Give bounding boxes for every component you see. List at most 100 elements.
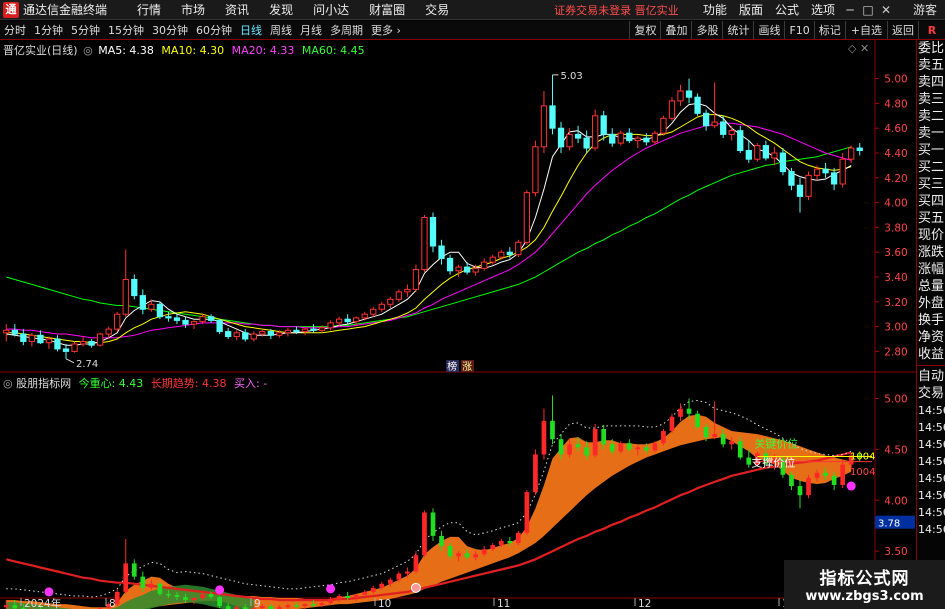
auto-trade-label[interactable]: 交易 (917, 385, 945, 402)
btn-multi-stock[interactable]: 多股 (691, 21, 722, 39)
candle-up (592, 115, 599, 149)
menu-market[interactable]: 市场 (171, 1, 215, 18)
period-daily[interactable]: 日线 (236, 22, 266, 38)
gear-icon[interactable]: ◎ (3, 377, 13, 390)
sub-candle (601, 429, 607, 445)
center-label: 今重心: 4.43 (78, 377, 144, 390)
chart-settings[interactable]: ◇ ✕ (848, 42, 869, 55)
period-5min[interactable]: 5分钟 (67, 22, 104, 38)
buy-label: 买入: - (234, 377, 268, 390)
watermark: 指标公式网 www.zbgs3.com (784, 560, 945, 609)
menu-formula[interactable]: 公式 (769, 1, 805, 18)
main-tick-label: 4.20 (884, 173, 907, 185)
candle-down (737, 130, 744, 152)
candle-down (463, 266, 471, 273)
candle-up (122, 278, 129, 315)
maximize-icon[interactable]: □ (859, 1, 877, 19)
minimize-icon[interactable]: ─ (841, 1, 859, 19)
buy-marker (44, 587, 54, 597)
ma10-label: MA10: 4.30 (161, 44, 225, 57)
close-icon[interactable]: ✕ (877, 1, 895, 19)
menu-news[interactable]: 资讯 (215, 1, 259, 18)
period-monthly[interactable]: 月线 (296, 22, 326, 38)
candle-up (711, 121, 718, 127)
candle-up (728, 130, 735, 135)
date-label: 8 (109, 598, 116, 609)
sub-candle (345, 595, 351, 599)
menu-trade[interactable]: 交易 (415, 1, 459, 18)
period-15min[interactable]: 15分钟 (104, 22, 148, 38)
sub-candle (464, 553, 470, 558)
candle-down (310, 328, 317, 331)
menu-quotes[interactable]: 行情 (127, 1, 171, 18)
guest-user[interactable]: 游客 (913, 1, 937, 18)
candle-down (830, 172, 838, 185)
sub-candle (567, 444, 572, 455)
menu-wealth[interactable]: 财富圈 (359, 1, 415, 18)
trade-login-notice[interactable]: 证券交易未登录 晋亿实业 (554, 2, 679, 18)
candle-down (583, 137, 590, 149)
btn-overlay[interactable]: 叠加 (660, 21, 691, 39)
menu-options[interactable]: 选项 (805, 1, 841, 18)
candle-down (88, 340, 95, 346)
period-weekly[interactable]: 周线 (266, 22, 296, 38)
period-more[interactable]: 更多 › (367, 22, 405, 38)
candle-down (62, 348, 70, 352)
btn-draw[interactable]: 画线 (753, 21, 784, 39)
period-30min[interactable]: 30分钟 (148, 22, 192, 38)
sub-tick-label: 4.00 (884, 495, 907, 507)
btn-adjust[interactable]: 复权 (629, 21, 660, 39)
candle-down (207, 316, 215, 321)
sub-candle (797, 486, 803, 496)
auto-trade-label[interactable]: 自动 (917, 368, 945, 385)
period-multi[interactable]: 多周期 (326, 22, 367, 38)
btn-add-watchlist[interactable]: +自选 (844, 21, 887, 39)
period-1min[interactable]: 1分钟 (30, 22, 67, 38)
candle-up (839, 158, 846, 185)
menu-discover[interactable]: 发现 (259, 1, 303, 18)
signal-marker (410, 582, 421, 593)
btn-mark[interactable]: 标记 (813, 21, 845, 39)
btn-f10[interactable]: F10 (784, 21, 813, 39)
candle-down (702, 112, 710, 127)
indicator-title: 股朋指标网 (16, 377, 72, 390)
support-price-label: 支撑价位 (751, 456, 795, 470)
candle-down (293, 329, 300, 333)
candle-down (216, 319, 223, 333)
kline-chart[interactable]: 5.00 4.80 4.60 4.40 4.20 4.00 3.80 3.60 3.40 3.20… (0, 40, 916, 609)
candle-up (754, 145, 761, 160)
period-timeshare[interactable]: 分时 (0, 22, 30, 38)
sub-candle (191, 598, 197, 601)
candle-down (131, 278, 138, 297)
btn-stats[interactable]: 统计 (722, 21, 753, 39)
sub-candle (695, 413, 700, 427)
candle-up (378, 303, 385, 310)
sub-candle (592, 429, 598, 456)
sub-candle (481, 549, 487, 555)
sub-candle (737, 441, 743, 458)
sub-candle (319, 603, 325, 606)
candle-down (685, 90, 693, 98)
btn-back[interactable]: 返回 (887, 21, 918, 39)
period-60min[interactable]: 60分钟 (192, 22, 236, 38)
sub-candle (413, 555, 419, 572)
menu-ask[interactable]: 问小达 (303, 1, 359, 18)
sub-candle (729, 441, 735, 445)
menu-function[interactable]: 功能 (697, 1, 733, 18)
sub-candle (490, 545, 496, 550)
menu-bar: 通 通达信金融终端 行情 市场 资讯 发现 问小达 财富圈 交易 证券交易未登录… (0, 0, 945, 20)
sub-candle (473, 554, 479, 558)
candle-up (327, 322, 334, 329)
current-price-label: 3.78 (878, 519, 900, 530)
quote-field-label: 买四 (917, 194, 944, 209)
candle-up (301, 328, 309, 333)
candle-up (540, 105, 548, 148)
candle-down (139, 295, 146, 310)
candle-down (574, 133, 582, 139)
quote-field-label: 涨幅 (917, 262, 944, 277)
candle-up (472, 267, 479, 273)
main-tick-label: 3.80 (884, 222, 907, 234)
menu-layout[interactable]: 版面 (733, 1, 769, 18)
date-label: 11 (497, 598, 510, 609)
gear-icon[interactable]: ◎ (83, 44, 93, 57)
